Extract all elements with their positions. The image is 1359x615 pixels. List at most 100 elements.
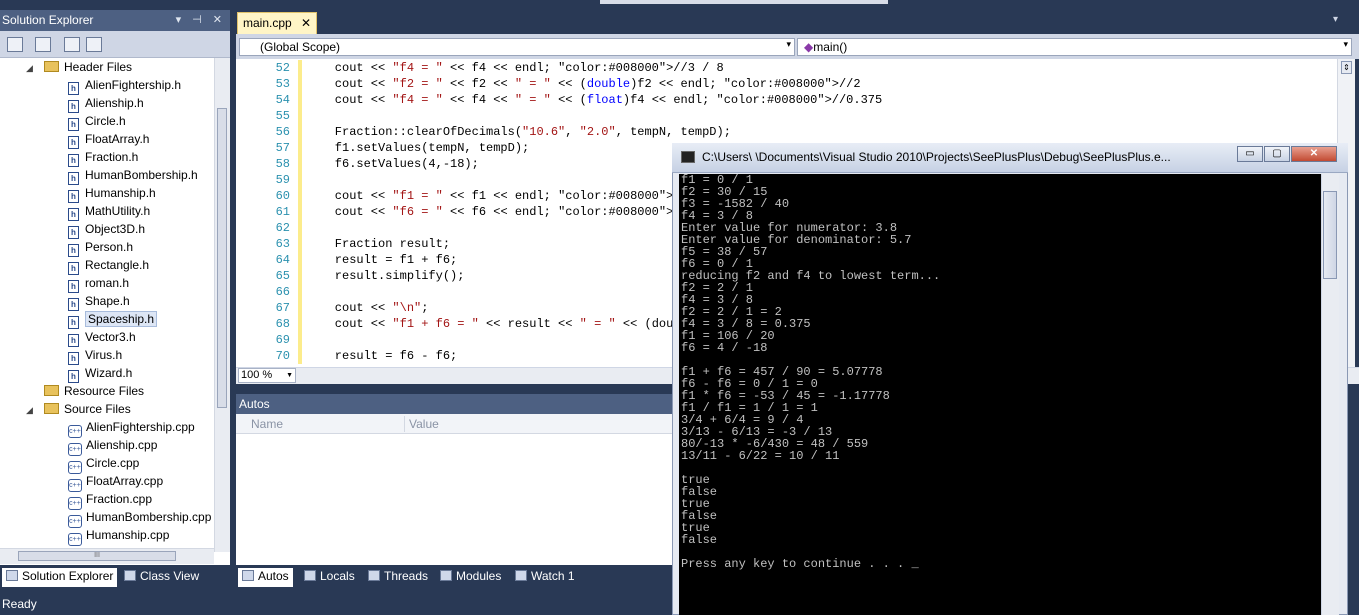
line-number: 53 xyxy=(275,77,290,91)
tree-label: Alienship.cpp xyxy=(86,438,158,452)
tree-file[interactable]: h Virus.h xyxy=(68,346,123,365)
tab-locals[interactable]: Locals xyxy=(300,568,359,587)
tree-folder[interactable]: Resource Files xyxy=(26,382,144,400)
tree-label: Header Files xyxy=(64,60,133,74)
folder-icon xyxy=(44,385,59,396)
tree-label: FloatArray.h xyxy=(85,132,150,146)
tree-file[interactable]: h MathUtility.h xyxy=(68,202,151,221)
tree-file[interactable]: h Vector3.h xyxy=(68,328,136,347)
collapse-icon: ◢ xyxy=(26,63,33,73)
tree-label: HumanBombership.h xyxy=(85,168,198,182)
tree-file[interactable]: h Spaceship.h xyxy=(68,310,158,329)
autos-header xyxy=(236,414,676,434)
tree-file[interactable]: c++ AlienFightership.cpp xyxy=(68,418,195,438)
tree-file[interactable]: h Circle.h xyxy=(68,112,126,131)
line-number: 66 xyxy=(275,285,290,299)
window-controls[interactable]: ▾ ⊣ ✕ xyxy=(176,13,226,26)
close-tab-icon[interactable]: ✕ xyxy=(301,16,311,30)
solution-explorer-icon xyxy=(6,570,18,581)
close-button[interactable]: ✕ xyxy=(1291,146,1337,162)
console-output: f1 = 0 / 1 f2 = 30 / 15 f3 = -1582 / 40 f4 … xyxy=(679,174,1321,615)
code-line: cout << "f2 = " << f2 << " = " << (doubl… xyxy=(306,77,861,91)
tree-file[interactable]: c++ FloatArray.cpp xyxy=(68,472,163,492)
tree-file[interactable]: h Shape.h xyxy=(68,292,130,311)
maximize-button[interactable]: ▢ xyxy=(1264,146,1290,162)
document-list-dropdown-icon[interactable]: ▾ xyxy=(1333,14,1338,25)
tree-file[interactable]: c++ Circle.cpp xyxy=(68,454,139,474)
tree-label: Shape.h xyxy=(85,294,130,308)
tree-file[interactable]: h Rectangle.h xyxy=(68,256,149,275)
tree-hscroll-thumb[interactable]: III xyxy=(18,551,176,561)
console-line: f6 = 4 / -18 xyxy=(681,341,768,355)
view-code-icon[interactable] xyxy=(64,37,80,52)
autos-title: Autos xyxy=(236,394,676,414)
change-marker xyxy=(298,92,302,108)
tree-file[interactable]: h Alienship.h xyxy=(68,94,144,113)
tree-file[interactable]: h Humanship.h xyxy=(68,184,156,203)
tab-main-cpp[interactable]: main.cpp ✕ xyxy=(237,12,317,34)
tab-modules[interactable]: Modules xyxy=(436,568,505,587)
tree-file[interactable]: h HumanBombership.h xyxy=(68,166,198,185)
tree-file[interactable]: h AlienFightership.h xyxy=(68,76,182,95)
column-name[interactable]: Name xyxy=(251,417,283,431)
tree-label: Resource Files xyxy=(64,384,145,398)
tree-scroll-thumb[interactable] xyxy=(217,108,227,408)
properties-icon[interactable] xyxy=(7,37,23,52)
change-marker xyxy=(298,284,302,300)
tree-file[interactable]: c++ HumanBombership.cpp xyxy=(68,508,212,528)
change-marker xyxy=(298,60,302,76)
tree-label: AlienFightership.h xyxy=(85,78,182,92)
console-line: Press any key to continue . . . _ xyxy=(681,557,919,571)
scope-combo[interactable]: (Global Scope) ▾ xyxy=(239,38,795,56)
member-combo[interactable]: ◆main() ▾ xyxy=(797,38,1352,56)
tree-label: MathUtility.h xyxy=(85,204,151,218)
class-view-icon xyxy=(124,570,136,581)
line-number: 68 xyxy=(275,317,290,331)
tree-label: Source Files xyxy=(64,402,131,416)
tree-file[interactable]: c++ Humanship.cpp xyxy=(68,526,169,546)
change-marker xyxy=(298,156,302,172)
tree-file[interactable]: h Fraction.h xyxy=(68,148,138,167)
show-all-files-icon[interactable] xyxy=(35,37,51,52)
solution-explorer-title: Solution Explorer xyxy=(2,13,94,27)
console-scroll-thumb[interactable] xyxy=(1323,191,1337,279)
tab-threads[interactable]: Threads xyxy=(364,568,432,587)
tree-folder[interactable]: ◢ Header Files xyxy=(26,58,132,76)
line-number: 70 xyxy=(275,349,290,363)
tree-file[interactable]: c++ Fraction.cpp xyxy=(68,490,152,510)
tab-class-view[interactable]: Class View xyxy=(120,568,203,587)
tree-label: Humanship.h xyxy=(85,186,156,200)
tree-folder[interactable]: ◢ Source Files xyxy=(26,400,131,418)
tree-file[interactable]: h FloatArray.h xyxy=(68,130,150,149)
tab-solution-explorer[interactable]: Solution Explorer xyxy=(2,568,118,587)
tree-label: HumanBombership.cpp xyxy=(86,510,212,524)
change-marker xyxy=(298,268,302,284)
column-value[interactable]: Value xyxy=(409,417,439,431)
tree-file[interactable]: h Person.h xyxy=(68,238,133,257)
tab-autos[interactable]: Autos xyxy=(238,568,293,587)
chevron-down-icon: ▾ xyxy=(1343,39,1348,49)
minimize-button[interactable]: ▭ xyxy=(1237,146,1263,162)
status-bar: Ready xyxy=(0,593,672,615)
tree-file[interactable]: h Wizard.h xyxy=(68,364,132,383)
change-marker xyxy=(298,332,302,348)
line-number: 52 xyxy=(275,61,290,75)
document-tab-strip xyxy=(236,10,1359,34)
tree-label: Virus.h xyxy=(85,348,123,362)
tree-file[interactable]: c++ Alienship.cpp xyxy=(68,436,158,456)
code-line: f1.setValues(tempN, tempD); xyxy=(306,141,530,155)
folder-icon xyxy=(44,61,59,72)
tree-file[interactable]: h roman.h xyxy=(68,274,129,293)
change-marker xyxy=(298,300,302,316)
code-line: f6.setValues(4,-18); xyxy=(306,157,479,171)
code-line: cout << "f4 = " << f4 << endl; "color:#0… xyxy=(306,61,724,75)
class-diagram-icon[interactable] xyxy=(86,37,102,52)
tree-file[interactable]: h Object3D.h xyxy=(68,220,145,239)
tab-watch-1[interactable]: Watch 1 xyxy=(511,568,579,587)
doc-tab-label: main.cpp xyxy=(243,16,292,30)
status-text: Ready xyxy=(2,597,37,611)
zoom-combo[interactable]: 100 % ▼ xyxy=(238,368,296,383)
line-number: 60 xyxy=(275,189,290,203)
line-number: 63 xyxy=(275,237,290,251)
change-marker xyxy=(298,108,302,124)
